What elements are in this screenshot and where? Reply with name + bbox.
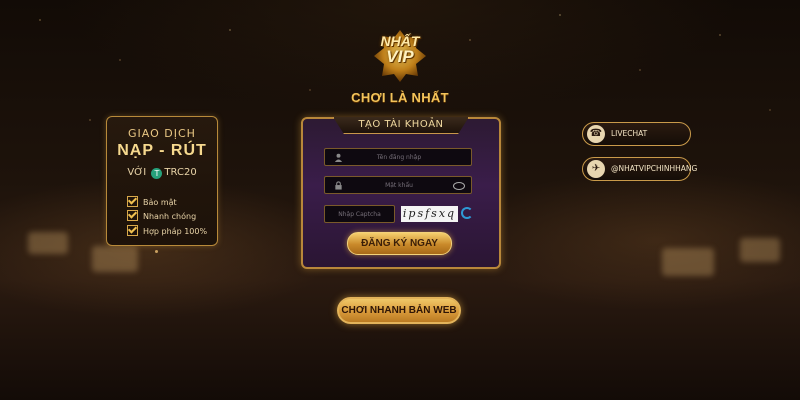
feature-label: Nhanh chóng bbox=[143, 212, 197, 221]
brand-logo: NHẤT VIP bbox=[372, 28, 428, 84]
checkmark-icon bbox=[127, 196, 138, 207]
telegram-button[interactable]: ✈ @NHATVIPCHINHHANG bbox=[582, 157, 697, 181]
feature-item: Bảo mật bbox=[127, 196, 177, 207]
livechat-label: LIVECHAT bbox=[611, 129, 648, 138]
password-placeholder: Mật khẩu bbox=[385, 182, 413, 189]
tagline: CHƠI LÀ NHẤT bbox=[351, 90, 449, 105]
promo-currency-row: VỚI T TRC20 bbox=[107, 167, 217, 179]
promo-line1: GIAO DỊCH bbox=[128, 127, 196, 140]
feature-item: Nhanh chóng bbox=[127, 210, 196, 221]
feature-item: Hợp pháp 100% bbox=[127, 225, 207, 236]
feature-label: Bảo mật bbox=[143, 198, 177, 207]
register-title: TẠO TÀI KHOẢN bbox=[333, 117, 469, 134]
checkmark-icon bbox=[127, 225, 138, 236]
register-button[interactable]: ĐĂNG KÝ NGAY bbox=[347, 232, 452, 255]
lamp-decoration bbox=[92, 246, 138, 272]
captcha-input[interactable]: Nhập Captcha bbox=[324, 205, 395, 223]
tether-icon: T bbox=[151, 168, 163, 179]
promo-currency: TRC20 bbox=[164, 167, 197, 178]
lamp-decoration bbox=[740, 238, 780, 262]
promo-card: GIAO DỊCH NẠP - RÚT VỚI T TRC20 Bảo mật N… bbox=[106, 116, 218, 246]
checkmark-icon bbox=[127, 210, 138, 221]
telegram-label: @NHATVIPCHINHHANG bbox=[611, 164, 698, 173]
promo-with-label: VỚI bbox=[127, 167, 147, 178]
lamp-decoration bbox=[662, 248, 714, 276]
promo-line2: NẠP - RÚT bbox=[117, 142, 207, 159]
carousel-dot[interactable] bbox=[155, 250, 158, 253]
show-password-icon[interactable] bbox=[453, 182, 465, 190]
feature-label: Hợp pháp 100% bbox=[143, 227, 208, 236]
livechat-button[interactable]: ☎ LIVECHAT bbox=[582, 122, 691, 146]
refresh-captcha-icon[interactable] bbox=[461, 207, 473, 219]
lamp-decoration bbox=[28, 232, 68, 254]
logo-text: NHẤT VIP bbox=[372, 34, 428, 66]
chat-icon: ☎ bbox=[587, 125, 605, 143]
logo-line2: VIP bbox=[386, 47, 414, 66]
password-field[interactable]: Mật khẩu bbox=[324, 176, 472, 194]
username-placeholder: Tên đăng nhập bbox=[376, 154, 422, 161]
captcha-image: ipsfsxq bbox=[401, 206, 458, 222]
play-web-button[interactable]: CHƠI NHANH BẢN WEB bbox=[337, 297, 461, 324]
username-field[interactable]: Tên đăng nhập bbox=[324, 148, 472, 166]
telegram-icon: ✈ bbox=[587, 160, 605, 178]
